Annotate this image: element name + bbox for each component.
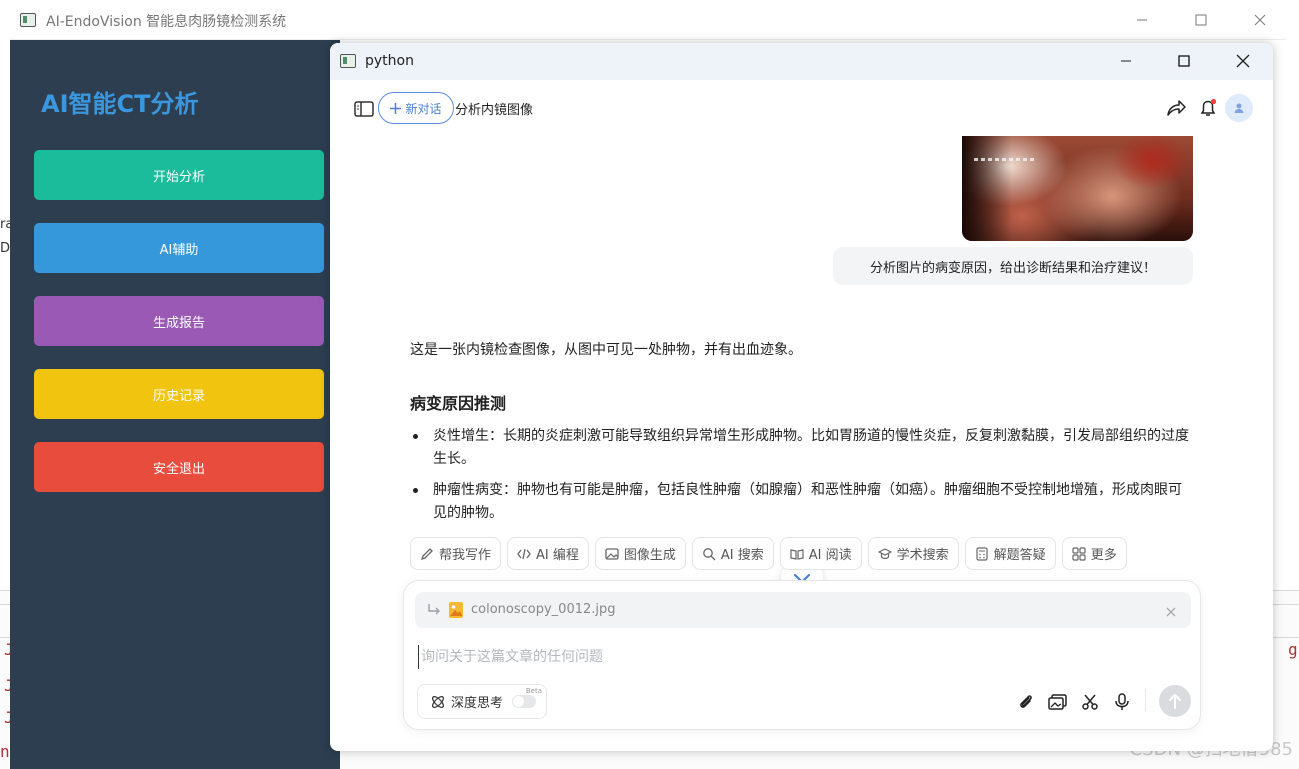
quick-actions: 帮我写作 AI 编程 图像生成 AI 搜索 AI 阅读 学术搜索 解题答疑 更多 bbox=[410, 537, 1127, 571]
chip-label: 解题答疑 bbox=[993, 548, 1046, 563]
chat-area: 分析图片的病变原因，给出诊断结果和治疗建议！ 这是一张内镜检查图像，从图中可见一… bbox=[330, 136, 1273, 599]
voice-input-button[interactable] bbox=[1111, 691, 1133, 713]
user-icon bbox=[1234, 103, 1244, 113]
background-code-fragment: g bbox=[1288, 640, 1298, 659]
photo-stack-icon bbox=[1048, 694, 1067, 710]
ai-coding-button[interactable]: AI 编程 bbox=[507, 537, 589, 570]
attachment-chip: colonoscopy_0012.jpg bbox=[415, 592, 1191, 628]
image-file-icon bbox=[449, 602, 463, 618]
maximize-icon bbox=[1195, 14, 1207, 26]
help-write-button[interactable]: 帮我写作 bbox=[410, 537, 502, 570]
arrow-up-icon bbox=[1169, 694, 1181, 709]
background-code-fragment: n bbox=[0, 742, 10, 761]
paperclip-icon bbox=[1020, 695, 1032, 708]
pen-icon bbox=[420, 547, 433, 560]
minimize-button[interactable] bbox=[1130, 8, 1154, 32]
python-close-button[interactable] bbox=[1231, 49, 1255, 73]
search-icon bbox=[703, 547, 716, 560]
app-window-icon bbox=[20, 13, 36, 27]
scissors-icon bbox=[1082, 694, 1098, 710]
new-chat-button[interactable]: 新对话 bbox=[378, 92, 454, 124]
sidebar-toggle-button[interactable] bbox=[353, 98, 375, 120]
more-button[interactable]: 更多 bbox=[1061, 537, 1127, 570]
send-button[interactable] bbox=[1159, 685, 1191, 717]
python-titlebar: python bbox=[330, 43, 1273, 80]
user-message: 分析图片的病变原因，给出诊断结果和治疗建议！ bbox=[833, 247, 1193, 285]
reply-arrow-icon bbox=[428, 604, 440, 615]
python-window-icon bbox=[340, 54, 356, 68]
ai-search-button[interactable]: AI 搜索 bbox=[691, 537, 774, 570]
user-avatar[interactable] bbox=[1225, 94, 1253, 122]
remove-attachment-button[interactable] bbox=[1165, 603, 1179, 617]
notification-button[interactable] bbox=[1197, 97, 1219, 119]
python-minimize-button[interactable] bbox=[1114, 49, 1138, 73]
graduation-cap-icon bbox=[877, 547, 892, 559]
chip-label: AI 编程 bbox=[536, 548, 579, 563]
microphone-icon bbox=[1115, 693, 1129, 710]
attach-file-button[interactable] bbox=[1015, 691, 1037, 713]
image-generation-button[interactable]: 图像生成 bbox=[594, 537, 686, 570]
chat-toolbar: 新对话 分析内镜图像 bbox=[330, 80, 1273, 136]
attachment-filename: colonoscopy_0012.jpg bbox=[471, 602, 616, 617]
main-titlebar: AI-EndoVision 智能息肉肠镜检测系统 bbox=[10, 0, 1286, 40]
sidebar: AI智能CT分析 开始分析 AI辅助 生成报告 历史记录 安全退出 bbox=[10, 40, 340, 769]
answer-list: 炎性增生：长期的炎症刺激可能导致组织异常增生形成肿物。比如胃肠道的慢性炎症，反复… bbox=[410, 425, 1190, 533]
close-icon bbox=[1166, 607, 1176, 617]
deep-think-toggle[interactable]: 深度思考 Beta bbox=[417, 684, 547, 719]
ai-assist-button[interactable]: AI辅助 bbox=[34, 223, 324, 273]
chip-label: 学术搜索 bbox=[896, 548, 949, 563]
answer-intro: 这是一张内镜检查图像，从图中可见一处肿物，并有出血迹象。 bbox=[410, 342, 802, 358]
bell-icon bbox=[1200, 98, 1217, 116]
toolbar-divider bbox=[1145, 689, 1146, 711]
chip-label: 图像生成 bbox=[623, 548, 676, 563]
conversation-title: 分析内镜图像 bbox=[455, 103, 534, 118]
close-icon bbox=[1236, 54, 1250, 68]
grid-icon bbox=[1072, 546, 1086, 561]
safe-exit-button[interactable]: 安全退出 bbox=[34, 442, 324, 492]
main-window-title: AI-EndoVision 智能息肉肠镜检测系统 bbox=[46, 14, 287, 30]
image-upload-button[interactable] bbox=[1047, 691, 1069, 713]
ai-reading-button[interactable]: AI 阅读 bbox=[779, 537, 862, 570]
prompt-input[interactable] bbox=[418, 645, 1118, 669]
python-maximize-button[interactable] bbox=[1172, 49, 1196, 73]
maximize-button[interactable] bbox=[1189, 8, 1213, 32]
message-composer: colonoscopy_0012.jpg 深度思考 Beta bbox=[403, 580, 1201, 730]
minimize-icon bbox=[1137, 19, 1147, 21]
book-icon bbox=[790, 548, 804, 560]
chip-label: AI 搜索 bbox=[720, 548, 764, 563]
uploaded-endoscopy-image bbox=[962, 136, 1193, 241]
beta-badge: Beta bbox=[525, 687, 542, 695]
history-button[interactable]: 历史记录 bbox=[34, 369, 324, 419]
screenshot-button[interactable] bbox=[1079, 691, 1101, 713]
code-icon bbox=[517, 548, 531, 559]
share-icon bbox=[1167, 100, 1186, 116]
maximize-icon bbox=[1178, 55, 1190, 67]
calculator-icon bbox=[976, 546, 988, 561]
list-item: 炎性增生：长期的炎症刺激可能导致组织异常增生形成肿物。比如胃肠道的慢性炎症，反复… bbox=[410, 425, 1190, 471]
sidebar-title: AI智能CT分析 bbox=[41, 90, 199, 118]
chip-label: AI 阅读 bbox=[808, 548, 852, 563]
generate-report-button[interactable]: 生成报告 bbox=[34, 296, 324, 346]
start-analysis-button[interactable]: 开始分析 bbox=[34, 150, 324, 200]
chip-label: 更多 bbox=[1090, 548, 1117, 563]
answer-heading: 病变原因推测 bbox=[410, 394, 507, 413]
academic-search-button[interactable]: 学术搜索 bbox=[867, 537, 959, 570]
minimize-icon bbox=[1121, 60, 1131, 62]
atom-icon bbox=[432, 695, 444, 708]
close-icon bbox=[1254, 14, 1266, 26]
image-icon bbox=[605, 547, 619, 560]
sidebar-panel-icon bbox=[354, 101, 374, 117]
python-window-title: python bbox=[365, 53, 414, 69]
share-button[interactable] bbox=[1165, 97, 1187, 119]
python-window: python 新对话 分析内镜图像 分析图片的病变原因，给出诊断结果和治疗建议！… bbox=[330, 43, 1273, 751]
deep-think-switch[interactable] bbox=[512, 695, 537, 708]
deep-think-label: 深度思考 bbox=[451, 696, 504, 711]
new-chat-label: 新对话 bbox=[405, 101, 442, 116]
plus-icon bbox=[390, 102, 402, 114]
list-item: 肿瘤性病变：肿物也有可能是肿瘤，包括良性肿瘤（如腺瘤）和恶性肿瘤（如癌）。肿瘤细… bbox=[410, 479, 1190, 525]
close-button[interactable] bbox=[1248, 8, 1272, 32]
problem-solving-button[interactable]: 解题答疑 bbox=[964, 537, 1056, 570]
chip-label: 帮我写作 bbox=[439, 548, 492, 563]
